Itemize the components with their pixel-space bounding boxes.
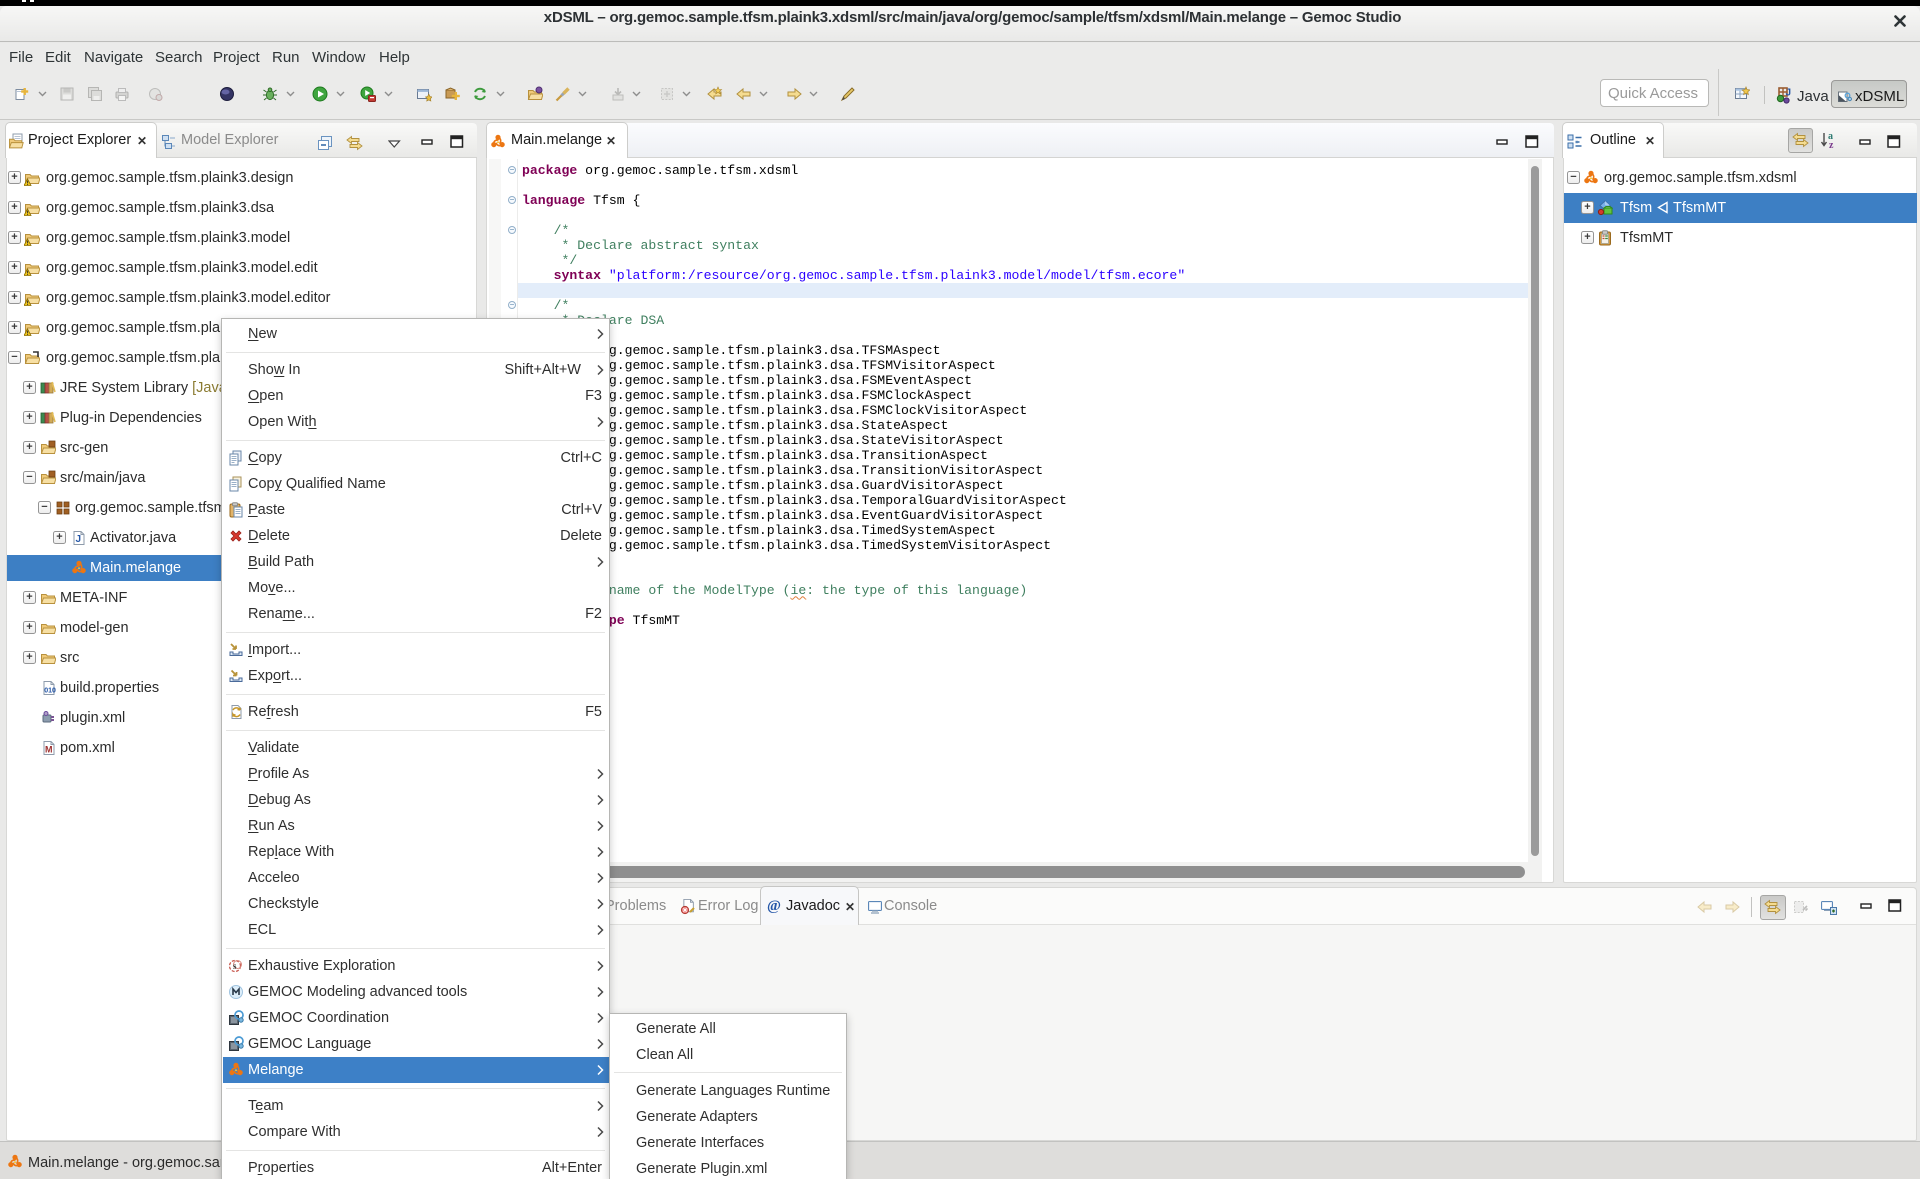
svg-text:J: J [1786,88,1792,99]
svg-text:z: z [1829,140,1834,150]
svg-text:M: M [45,745,53,755]
svg-text:010: 010 [44,688,56,695]
svg-text:J: J [76,534,82,545]
svg-text:s: s [233,961,237,971]
